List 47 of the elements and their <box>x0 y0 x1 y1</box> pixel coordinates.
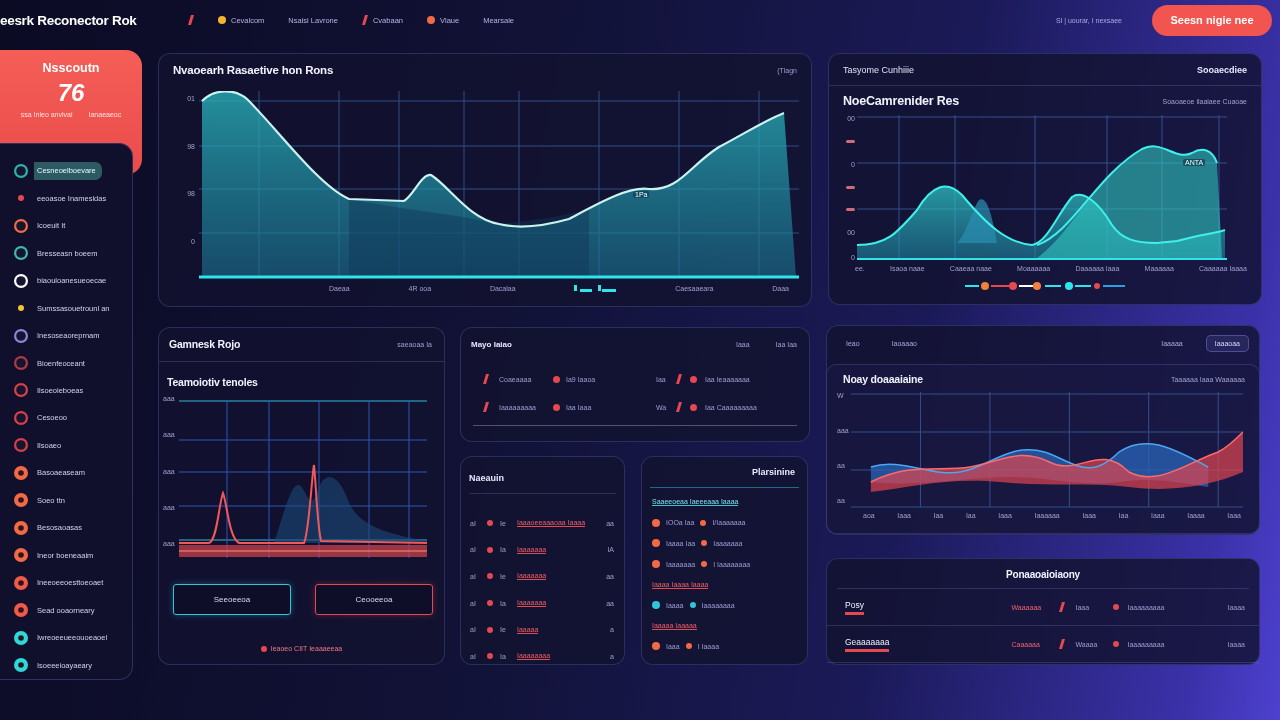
dot-icon <box>700 519 707 526</box>
dot-icon <box>487 573 493 580</box>
dot-icon <box>487 546 493 553</box>
card-title: Plarsinine <box>751 467 795 477</box>
chart-title: Noay doaaaiaine <box>843 373 923 385</box>
chart-title: Teamoiotiv tenoles <box>167 376 258 388</box>
dot-icon <box>1113 604 1120 610</box>
dash-icon <box>846 140 855 144</box>
dot-icon <box>689 602 696 609</box>
dot-icon <box>690 403 697 411</box>
card-title: Mayo Iaiao <box>471 339 512 349</box>
dot-icon <box>260 645 267 652</box>
dot-icon <box>487 626 493 633</box>
slash-icon <box>483 374 489 384</box>
score-title: Nsscoutn <box>42 61 100 75</box>
card-title: Gamnesk Rojo <box>169 338 241 350</box>
slash-icon <box>676 374 682 384</box>
chart-title: NoeCamrenider Res <box>843 94 960 108</box>
slash-icon <box>676 402 682 412</box>
outline-button[interactable]: Seeoeeoa <box>173 584 291 615</box>
dot-icon <box>685 643 692 650</box>
dot-icon <box>701 540 708 547</box>
dot-icon <box>701 561 708 568</box>
card-title: Ponaaoaioiaony <box>1006 569 1080 580</box>
dash-icon <box>846 186 855 190</box>
chart-title: Nvaoearh Rasaetive hon Rons <box>173 64 334 76</box>
legend-markers-icon <box>965 282 1125 290</box>
dot-icon <box>487 600 493 607</box>
dash-icon <box>846 207 855 211</box>
dot-icon <box>1113 641 1120 647</box>
outline-button[interactable]: Ceooeeoa <box>315 584 433 615</box>
dot-icon <box>487 653 493 660</box>
dot-icon <box>487 520 493 527</box>
row-name: Geaaaaaaa <box>845 636 890 652</box>
dot-icon <box>690 375 697 383</box>
dot-icon <box>553 375 560 383</box>
card-title: Tasyome Cunhiiie <box>843 65 915 75</box>
dot-icon <box>553 403 560 411</box>
slash-icon <box>483 402 489 412</box>
row-name: Posy <box>845 599 864 615</box>
score-value: 76 <box>57 79 85 107</box>
slash-icon <box>1059 602 1066 612</box>
card-title: Naeauin <box>469 473 504 483</box>
app-logo: eesrk Reconector Rok <box>0 12 138 28</box>
card-action: Sooaecdiee <box>1196 65 1247 75</box>
legend-markers-icon <box>574 284 617 292</box>
slash-icon <box>1059 639 1066 649</box>
